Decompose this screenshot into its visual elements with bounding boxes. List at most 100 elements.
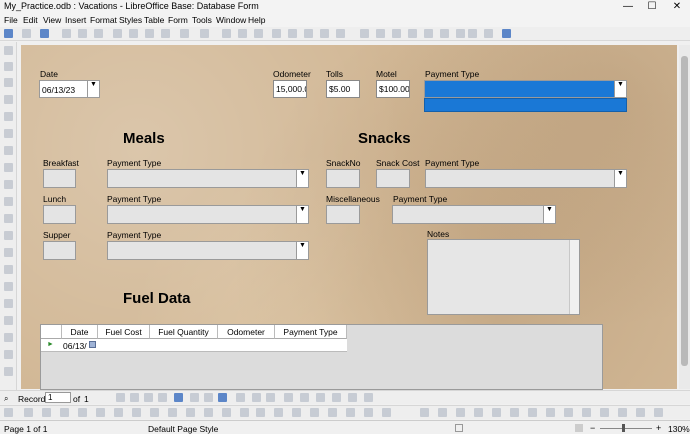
zoom-in-icon[interactable]: + [656, 423, 661, 433]
save-icon[interactable] [40, 29, 49, 38]
new-icon[interactable] [4, 29, 13, 38]
rotate-icon[interactable] [474, 408, 483, 417]
arrange-icon[interactable] [364, 408, 373, 417]
save-record-icon[interactable] [190, 393, 199, 402]
menu-insert[interactable]: Insert [65, 15, 86, 25]
select-icon[interactable] [4, 408, 13, 417]
zoom-slider[interactable] [600, 428, 652, 429]
notes-textarea[interactable] [427, 239, 580, 315]
special-character-icon[interactable] [336, 29, 345, 38]
tolls-field[interactable]: $5.00 [326, 80, 360, 98]
menu-window[interactable]: Window [216, 15, 246, 25]
delete-record-icon[interactable] [218, 393, 227, 402]
reset-filter-icon[interactable] [348, 393, 357, 402]
anchor-icon[interactable] [564, 408, 573, 417]
supper-field[interactable] [43, 241, 76, 260]
insert-table-icon[interactable] [272, 29, 281, 38]
zoom-level[interactable]: 130% [668, 424, 690, 434]
odometer-field[interactable]: 15,000.0 [273, 80, 307, 98]
menu-form[interactable]: Form [168, 15, 188, 25]
standard-filter-icon[interactable] [332, 393, 341, 402]
design-mode-icon[interactable] [4, 62, 13, 71]
freeform-icon[interactable] [654, 408, 663, 417]
breakfast-field[interactable] [43, 169, 76, 188]
insert-image-icon[interactable] [288, 29, 297, 38]
menu-format[interactable]: Format [90, 15, 117, 25]
last-record-icon[interactable] [158, 393, 167, 402]
maximize-button[interactable]: ☐ [642, 0, 662, 14]
chevron-down-icon[interactable]: ▼ [296, 242, 308, 259]
payment-type-list[interactable] [424, 98, 627, 112]
motel-field[interactable]: $100.00 [376, 80, 410, 98]
chevron-down-icon[interactable]: ▼ [296, 206, 308, 223]
sort-descending-icon[interactable] [266, 393, 275, 402]
autofilter-icon[interactable] [300, 393, 309, 402]
curve-icon[interactable] [78, 408, 87, 417]
find-replace-icon[interactable] [222, 29, 231, 38]
block-arrows-icon[interactable] [186, 408, 195, 417]
fontwork-icon[interactable] [274, 408, 283, 417]
shadow-icon[interactable] [420, 408, 429, 417]
time-field-icon[interactable] [4, 299, 13, 308]
insert-chart-icon[interactable] [304, 29, 313, 38]
column-header-odometer[interactable]: Odometer [218, 325, 275, 339]
payment-type-dropdown[interactable]: ▼ [424, 80, 627, 98]
formatted-field-icon[interactable] [4, 248, 13, 257]
navigation-bar-icon[interactable] [4, 350, 13, 359]
date-field-icon[interactable] [4, 282, 13, 291]
image-button-icon[interactable] [4, 231, 13, 240]
rectangle-icon[interactable] [42, 408, 51, 417]
chevron-down-icon[interactable]: ▼ [87, 81, 99, 97]
open-folder-icon[interactable] [256, 408, 265, 417]
group-icon[interactable] [382, 408, 391, 417]
text-box-icon[interactable] [4, 129, 13, 138]
footnote-icon[interactable] [376, 29, 385, 38]
table-control-icon[interactable] [4, 333, 13, 342]
cut-icon[interactable] [113, 29, 122, 38]
chevron-down-icon[interactable]: ▼ [614, 170, 626, 187]
menu-file[interactable]: File [4, 15, 18, 25]
polygon-icon[interactable] [96, 408, 105, 417]
menu-tools[interactable]: Tools [192, 15, 212, 25]
minimize-button[interactable]: — [618, 0, 638, 14]
snackno-field[interactable] [326, 169, 360, 188]
comment-icon[interactable] [440, 29, 449, 38]
sort-ascending-icon[interactable] [252, 393, 261, 402]
control-wizards-icon[interactable] [4, 78, 13, 87]
text-direction-icon[interactable] [328, 408, 337, 417]
align-icon[interactable] [346, 408, 355, 417]
chevron-down-icon[interactable]: ▼ [296, 170, 308, 187]
column-header-date[interactable]: Date [62, 325, 98, 339]
glue-points-icon[interactable] [510, 408, 519, 417]
data-source-icon[interactable] [364, 393, 373, 402]
text-icon[interactable] [114, 408, 123, 417]
shapes-icon[interactable] [484, 29, 493, 38]
stars-icon[interactable] [222, 408, 231, 417]
misc-payment-type-dropdown[interactable]: ▼ [392, 205, 556, 224]
undo-record-icon[interactable] [204, 393, 213, 402]
lunch-field[interactable] [43, 205, 76, 224]
view-layout-icon[interactable] [575, 424, 583, 432]
redo-icon[interactable] [200, 29, 209, 38]
formatting-marks-icon[interactable] [254, 29, 263, 38]
area-icon[interactable] [456, 408, 465, 417]
notes-scrollbar[interactable] [569, 240, 579, 314]
column-header-fuel-quantity[interactable]: Fuel Quantity [150, 325, 218, 339]
clone-formatting-icon[interactable] [161, 29, 170, 38]
next-record-icon[interactable] [144, 393, 153, 402]
column-header-payment-type[interactable]: Payment Type [275, 325, 347, 339]
refresh-icon[interactable] [236, 393, 245, 402]
list-box-icon[interactable] [4, 180, 13, 189]
endnote-icon[interactable] [392, 29, 401, 38]
print-preview-icon[interactable] [94, 29, 103, 38]
record-number-input[interactable]: 1 [45, 392, 71, 403]
toggle-extrusion-icon[interactable] [528, 408, 537, 417]
hyperlink-icon[interactable] [360, 29, 369, 38]
first-record-icon[interactable] [116, 393, 125, 402]
open-icon[interactable] [22, 29, 31, 38]
table-row[interactable]: ► 06/13/ [41, 339, 347, 352]
filter-icon[interactable] [310, 408, 319, 417]
export-pdf-icon[interactable] [62, 29, 71, 38]
push-button-icon[interactable] [4, 214, 13, 223]
select-icon[interactable] [4, 46, 13, 55]
